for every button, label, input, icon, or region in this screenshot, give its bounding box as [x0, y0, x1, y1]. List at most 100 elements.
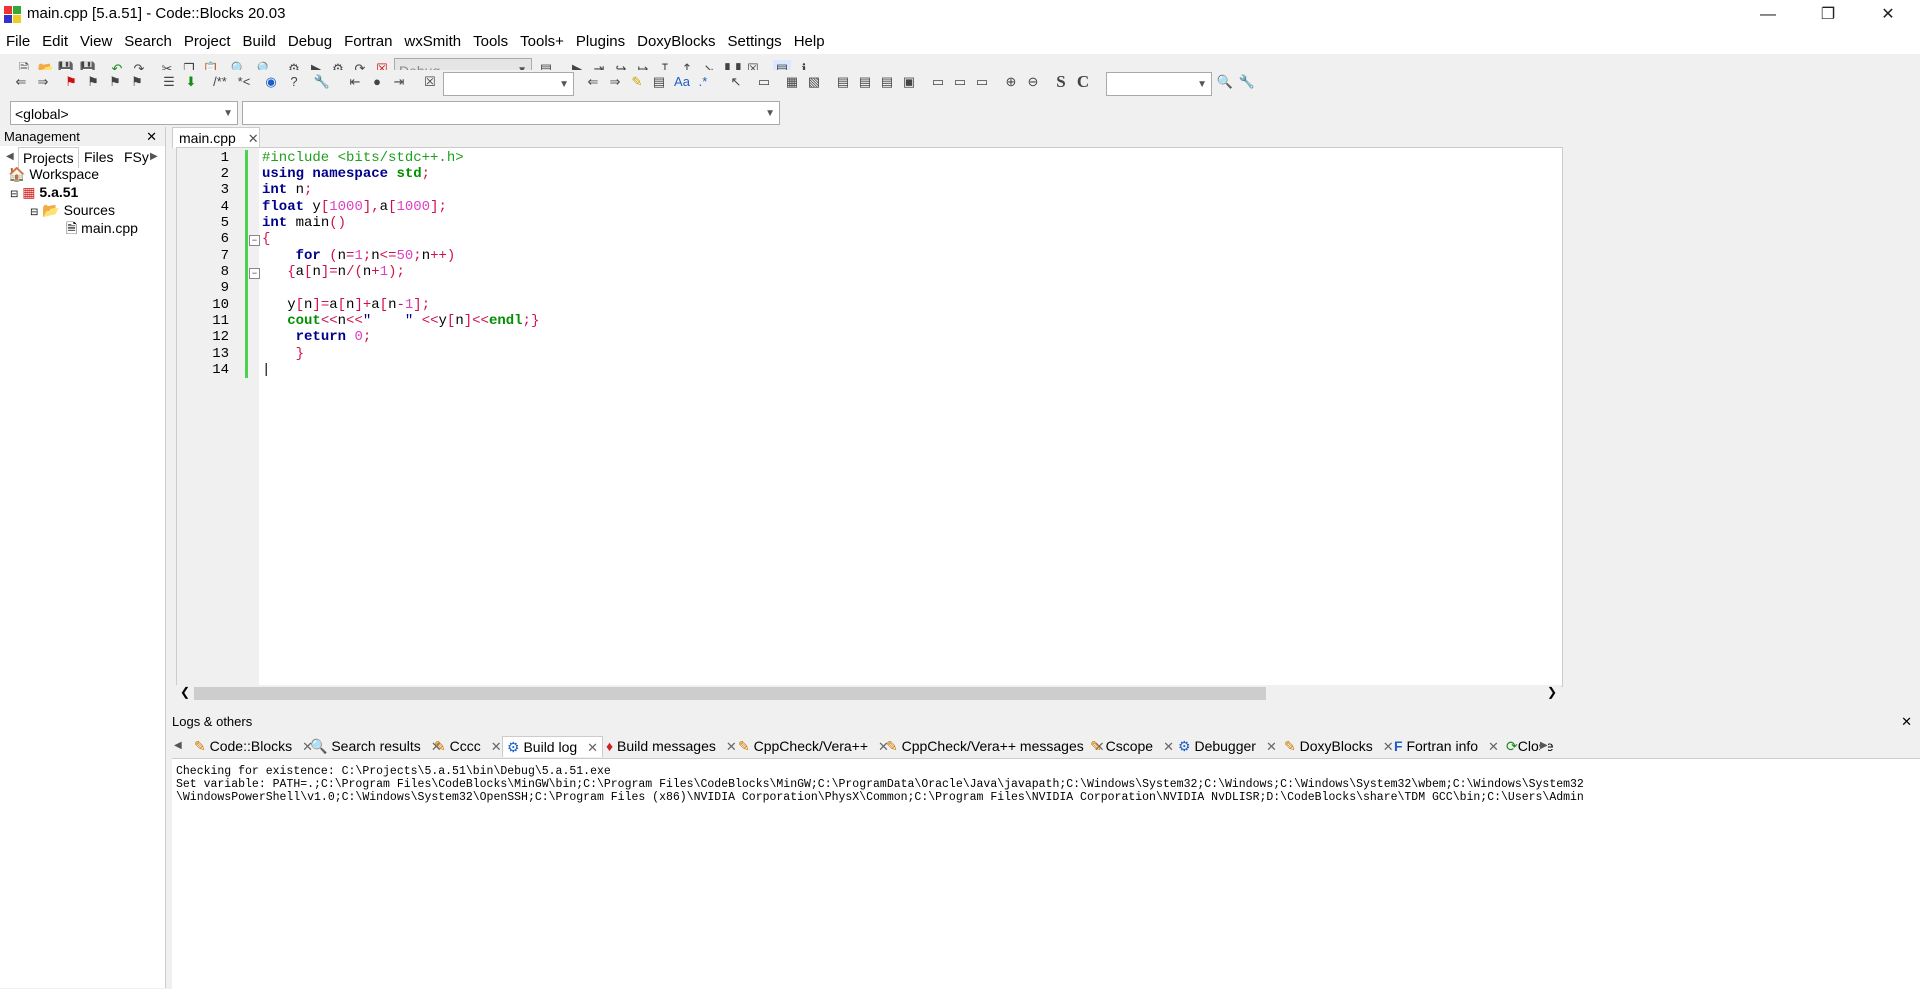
menu-help[interactable]: Help — [788, 30, 831, 54]
log-tab-search-results[interactable]: 🔍 Search results ✕ — [310, 736, 442, 756]
wx-frame-icon[interactable]: ▣ — [900, 73, 918, 91]
editor-tab-main[interactable]: main.cpp ✕ — [172, 127, 260, 148]
close-panel-icon[interactable]: ✕ — [146, 127, 157, 146]
zoom-in-icon[interactable]: ⊕ — [1002, 73, 1020, 91]
regex-icon[interactable]: .* — [694, 73, 712, 91]
close-tab-icon[interactable]: ✕ — [1488, 739, 1499, 754]
log-tab-cppcheck-messages[interactable]: ✎ CppCheck/Vera++ messages ✕ — [886, 736, 1105, 756]
menu-search[interactable]: Search — [118, 30, 178, 54]
search-prev-icon[interactable]: ⇐ — [584, 73, 602, 91]
log-tab-cppcheck[interactable]: ✎ CppCheck/Vera++ ✕ — [738, 736, 889, 756]
scope-select[interactable]: <global> ▼ — [10, 101, 238, 125]
jump-back-icon[interactable]: ⇐ — [12, 73, 30, 91]
prev-bookmark-icon[interactable]: ⚑ — [84, 73, 102, 91]
bookmark-toggle-icon[interactable]: ⚑ — [62, 73, 80, 91]
symbol-c-icon[interactable]: C — [1074, 73, 1092, 91]
wx-sizer-icon[interactable]: ▦ — [783, 73, 801, 91]
fold-toggle-icon[interactable]: − — [249, 268, 260, 279]
log-tab-cscope[interactable]: ✎ Cscope ✕ — [1090, 736, 1174, 756]
menu-tools[interactable]: Tools — [467, 30, 514, 54]
log-tab-cccc[interactable]: ✎ Cccc ✕ — [434, 736, 502, 756]
doxy-comment-icon[interactable]: /** — [208, 73, 232, 91]
wx-panel-icon[interactable]: ▤ — [878, 73, 896, 91]
logs-scroll-left-icon[interactable]: ◀ — [174, 736, 182, 756]
close-window-icon[interactable]: ✕ — [1865, 0, 1911, 30]
next-breakpoint-icon[interactable]: ⇥ — [390, 73, 408, 91]
log-tab-doxyblocks[interactable]: ✎ DoxyBlocks ✕ — [1284, 736, 1394, 756]
help-icon[interactable]: ? — [285, 73, 303, 91]
clear-search-icon[interactable]: ☒ — [421, 73, 439, 91]
close-tab-icon[interactable]: ✕ — [248, 131, 259, 146]
menu-plugins[interactable]: Plugins — [570, 30, 631, 54]
prev-breakpoint-icon[interactable]: ⇤ — [346, 73, 364, 91]
menu-wxsmith[interactable]: wxSmith — [398, 30, 467, 54]
log-tab-build-messages[interactable]: ♦ Build messages ✕ — [606, 736, 737, 756]
selected-text-only-icon[interactable]: ▤ — [650, 73, 668, 91]
menu-edit[interactable]: Edit — [36, 30, 74, 54]
close-logs-icon[interactable]: ✕ — [1901, 714, 1912, 730]
tab-scroll-right-icon[interactable]: ▶ — [146, 147, 162, 167]
restore-icon[interactable]: ❐ — [1805, 0, 1851, 30]
symbol-s-icon[interactable]: S — [1052, 73, 1070, 91]
menu-tools-plus[interactable]: Tools+ — [514, 30, 570, 54]
match-case-icon[interactable]: Aa — [672, 73, 692, 91]
close-tab-icon[interactable]: ✕ — [587, 740, 598, 755]
close-tab-icon[interactable]: ✕ — [1266, 739, 1277, 754]
menu-fortran[interactable]: Fortran — [338, 30, 398, 54]
clear-bookmarks-icon[interactable]: ⚑ — [128, 73, 146, 91]
close-tab-icon[interactable]: ✕ — [491, 739, 502, 754]
collapse-icon[interactable]: ⊟ — [30, 207, 38, 218]
menu-build[interactable]: Build — [237, 30, 282, 54]
logs-scroll-right-icon[interactable]: ▶ — [1540, 736, 1548, 756]
log-tab-fortran-info[interactable]: F Fortran info ✕ — [1394, 736, 1499, 756]
insert-snippet-icon[interactable]: ⬇ — [182, 73, 200, 91]
fold-toggle-icon[interactable]: − — [249, 235, 260, 246]
scrollbar-thumb[interactable] — [194, 687, 1266, 700]
settings-wrench-icon[interactable]: 🔧 — [1238, 73, 1256, 91]
find-field-select[interactable]: ▼ — [1106, 72, 1212, 96]
wx-grid-icon[interactable]: ▧ — [805, 73, 823, 91]
doxy-line-comment-icon[interactable]: *< — [234, 73, 254, 91]
code-completion-icon[interactable]: ☰ — [160, 73, 178, 91]
log-tab-codeblocks[interactable]: ✎ Code::Blocks ✕ — [194, 736, 313, 756]
minimize-icon[interactable]: — — [1745, 0, 1791, 30]
close-tab-icon[interactable]: ✕ — [1383, 739, 1394, 754]
wx-box-v-icon[interactable]: ▤ — [856, 73, 874, 91]
wx-text-icon[interactable]: ▭ — [951, 73, 969, 91]
next-bookmark-icon[interactable]: ⚑ — [106, 73, 124, 91]
menu-project[interactable]: Project — [178, 30, 237, 54]
wx-choice-icon[interactable]: ▭ — [973, 73, 991, 91]
symbol-select[interactable]: ▼ — [242, 101, 780, 125]
scroll-right-icon[interactable]: ❯ — [1547, 685, 1557, 699]
incremental-search-input[interactable]: ▼ — [443, 72, 574, 96]
tab-scroll-left-icon[interactable]: ◀ — [2, 147, 18, 167]
menu-debug[interactable]: Debug — [282, 30, 338, 54]
close-tab-icon[interactable]: ✕ — [1163, 739, 1174, 754]
doxywizard-icon[interactable]: ◉ — [262, 73, 280, 91]
tree-workspace[interactable]: 🏠 Workspace — [8, 165, 99, 183]
log-tab-build-log[interactable]: ⚙ Build log ✕ — [502, 736, 604, 757]
highlight-icon[interactable]: ✎ — [628, 73, 646, 91]
pointer-icon[interactable]: ↖ — [727, 73, 745, 91]
tab-files[interactable]: Files — [80, 147, 118, 167]
collapse-icon[interactable]: ⊟ — [10, 189, 18, 200]
wrench-icon[interactable]: 🔧 — [313, 73, 331, 91]
scroll-left-icon[interactable]: ❮ — [180, 685, 190, 699]
wx-box-h-icon[interactable]: ▤ — [834, 73, 852, 91]
breakpoint-icon[interactable]: ● — [368, 73, 386, 91]
menu-doxyblocks[interactable]: DoxyBlocks — [631, 30, 721, 54]
search-next-icon[interactable]: ⇒ — [606, 73, 624, 91]
code-editor[interactable]: 1 2 3 4 5 6 7 8 9 10 11 12 13 14 − − #in… — [176, 147, 1563, 687]
find-window-icon[interactable]: 🔍 — [1216, 73, 1234, 91]
horizontal-scrollbar[interactable]: ❮ ❯ — [176, 685, 1561, 702]
wx-button-icon[interactable]: ▭ — [929, 73, 947, 91]
jump-forward-icon[interactable]: ⇒ — [34, 73, 52, 91]
tree-file[interactable]: 🗎 main.cpp — [66, 219, 138, 237]
close-tab-icon[interactable]: ✕ — [726, 739, 737, 754]
menu-file[interactable]: File — [0, 30, 36, 54]
menu-view[interactable]: View — [74, 30, 118, 54]
log-tab-debugger[interactable]: ⚙ Debugger ✕ — [1178, 736, 1277, 756]
menu-settings[interactable]: Settings — [721, 30, 787, 54]
zoom-out-icon[interactable]: ⊖ — [1024, 73, 1042, 91]
rectangle-icon[interactable]: ▭ — [755, 73, 773, 91]
